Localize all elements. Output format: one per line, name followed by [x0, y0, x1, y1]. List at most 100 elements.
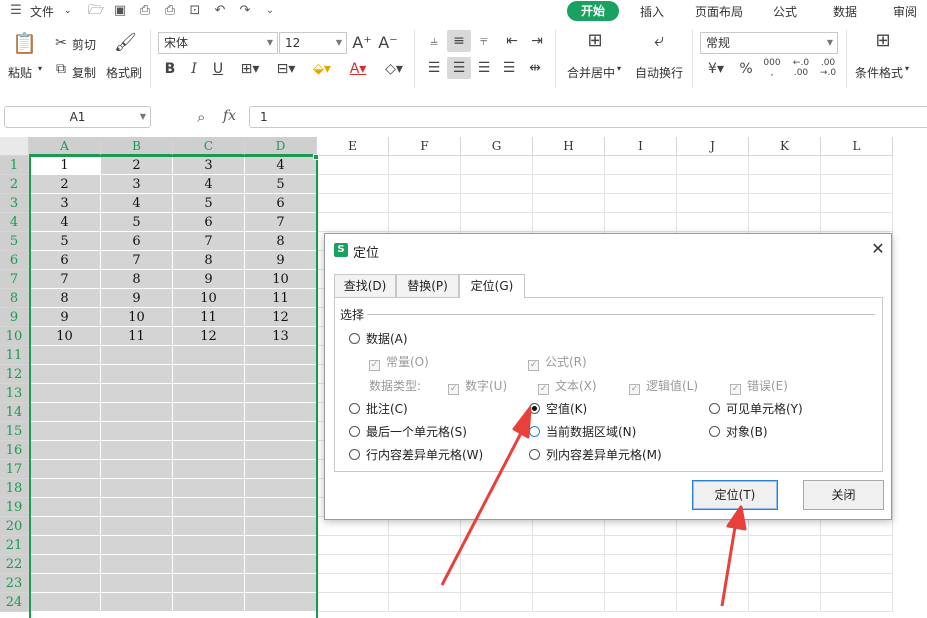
column-header-b[interactable]: B [101, 137, 173, 156]
cell[interactable]: 12 [245, 308, 317, 327]
cell[interactable] [317, 555, 389, 574]
cell[interactable] [461, 194, 533, 213]
cell[interactable]: 4 [29, 213, 101, 232]
cell[interactable]: 7 [101, 251, 173, 270]
cell[interactable] [317, 213, 389, 232]
cell[interactable] [173, 498, 245, 517]
radio-visible-cells[interactable]: 可见单元格(Y) [709, 400, 803, 417]
cell[interactable]: 5 [101, 213, 173, 232]
cell[interactable] [245, 384, 317, 403]
copy-icon[interactable]: ⧉ [53, 60, 69, 78]
cell[interactable] [821, 574, 893, 593]
paste-chevron-icon[interactable]: ▾ [38, 64, 42, 73]
cell[interactable] [461, 156, 533, 175]
row-header[interactable]: 18 [0, 479, 29, 498]
cell[interactable] [389, 156, 461, 175]
undo-icon[interactable]: ↶ [212, 3, 228, 19]
column-header-l[interactable]: L [821, 137, 893, 156]
row-header[interactable]: 3 [0, 194, 29, 213]
cell[interactable]: 9 [173, 270, 245, 289]
cell[interactable]: 8 [29, 289, 101, 308]
radio-data[interactable]: 数据(A) [349, 330, 408, 347]
print-icon[interactable]: ⎙ [162, 3, 178, 19]
paste-icon[interactable]: 📋 [12, 33, 37, 58]
cell[interactable]: 4 [173, 175, 245, 194]
cell[interactable] [101, 593, 173, 612]
cell[interactable] [749, 156, 821, 175]
cell[interactable] [29, 479, 101, 498]
decrease-font-icon[interactable]: A⁻ [378, 34, 398, 52]
tab-replace[interactable]: 替换(P) [396, 274, 459, 297]
tab-insert[interactable]: 插入 [640, 3, 664, 20]
redo-icon[interactable]: ↷ [237, 3, 253, 19]
font-color-icon[interactable]: A▾ [344, 60, 372, 78]
cell[interactable] [533, 156, 605, 175]
cell[interactable] [533, 593, 605, 612]
row-header[interactable]: 5 [0, 232, 29, 251]
cell[interactable] [605, 536, 677, 555]
cell[interactable]: 6 [29, 251, 101, 270]
cell[interactable]: 2 [101, 156, 173, 175]
chevron-down-icon[interactable]: ▾ [905, 64, 909, 73]
cell[interactable] [29, 517, 101, 536]
copy-button[interactable]: 复制 [72, 64, 96, 81]
cell[interactable] [461, 574, 533, 593]
align-left-icon[interactable]: ☰ [425, 59, 443, 77]
cell[interactable] [749, 536, 821, 555]
cell[interactable]: 9 [29, 308, 101, 327]
cell[interactable] [173, 403, 245, 422]
fx-icon[interactable]: fx [223, 108, 236, 124]
chevron-down-icon[interactable]: ▾ [617, 64, 621, 73]
cell[interactable] [605, 194, 677, 213]
eraser-icon[interactable]: ◇▾ [380, 60, 408, 78]
cell[interactable]: 11 [245, 289, 317, 308]
tab-find[interactable]: 查找(D) [334, 274, 396, 297]
increase-indent-icon[interactable]: ⇥ [528, 32, 546, 50]
cell[interactable] [677, 156, 749, 175]
cell[interactable] [245, 403, 317, 422]
cell[interactable]: 5 [245, 175, 317, 194]
cell[interactable] [101, 498, 173, 517]
cell[interactable] [29, 346, 101, 365]
cell[interactable]: 11 [101, 327, 173, 346]
merge-center-button[interactable]: 合并居中 [567, 64, 615, 81]
cell[interactable] [533, 213, 605, 232]
column-header-j[interactable]: J [677, 137, 749, 156]
cell[interactable] [533, 555, 605, 574]
cell[interactable] [29, 384, 101, 403]
cell[interactable] [101, 479, 173, 498]
cell[interactable] [533, 536, 605, 555]
radio-object[interactable]: 对象(B) [709, 423, 768, 440]
cell[interactable] [245, 517, 317, 536]
cell[interactable] [677, 574, 749, 593]
row-header[interactable]: 17 [0, 460, 29, 479]
align-bottom-icon[interactable]: ⫧ [475, 32, 493, 50]
cell[interactable]: 2 [29, 175, 101, 194]
cell[interactable] [749, 194, 821, 213]
cell[interactable] [533, 194, 605, 213]
row-header[interactable]: 20 [0, 517, 29, 536]
cell[interactable] [29, 403, 101, 422]
cell[interactable] [173, 346, 245, 365]
cell[interactable] [605, 593, 677, 612]
cell[interactable] [821, 213, 893, 232]
cell[interactable] [245, 460, 317, 479]
tab-home[interactable]: 开始 [567, 1, 619, 21]
print-preview-icon[interactable]: ⊡ [187, 3, 203, 19]
row-header[interactable]: 24 [0, 593, 29, 612]
radio-blank[interactable]: 空值(K) [529, 400, 587, 417]
zoom-lookup-icon[interactable]: ⌕ [197, 108, 205, 126]
cell[interactable] [605, 574, 677, 593]
tab-page-layout[interactable]: 页面布局 [695, 3, 743, 20]
column-header-c[interactable]: C [173, 137, 245, 156]
thousands-separator-icon[interactable]: 000, [761, 58, 783, 78]
cell[interactable] [29, 536, 101, 555]
cell[interactable] [245, 346, 317, 365]
row-header[interactable]: 9 [0, 308, 29, 327]
cell[interactable] [461, 536, 533, 555]
cell[interactable]: 8 [245, 232, 317, 251]
cell[interactable] [389, 213, 461, 232]
chevron-down-icon[interactable]: ⌄ [64, 6, 72, 16]
cell[interactable] [245, 536, 317, 555]
cell[interactable] [245, 593, 317, 612]
